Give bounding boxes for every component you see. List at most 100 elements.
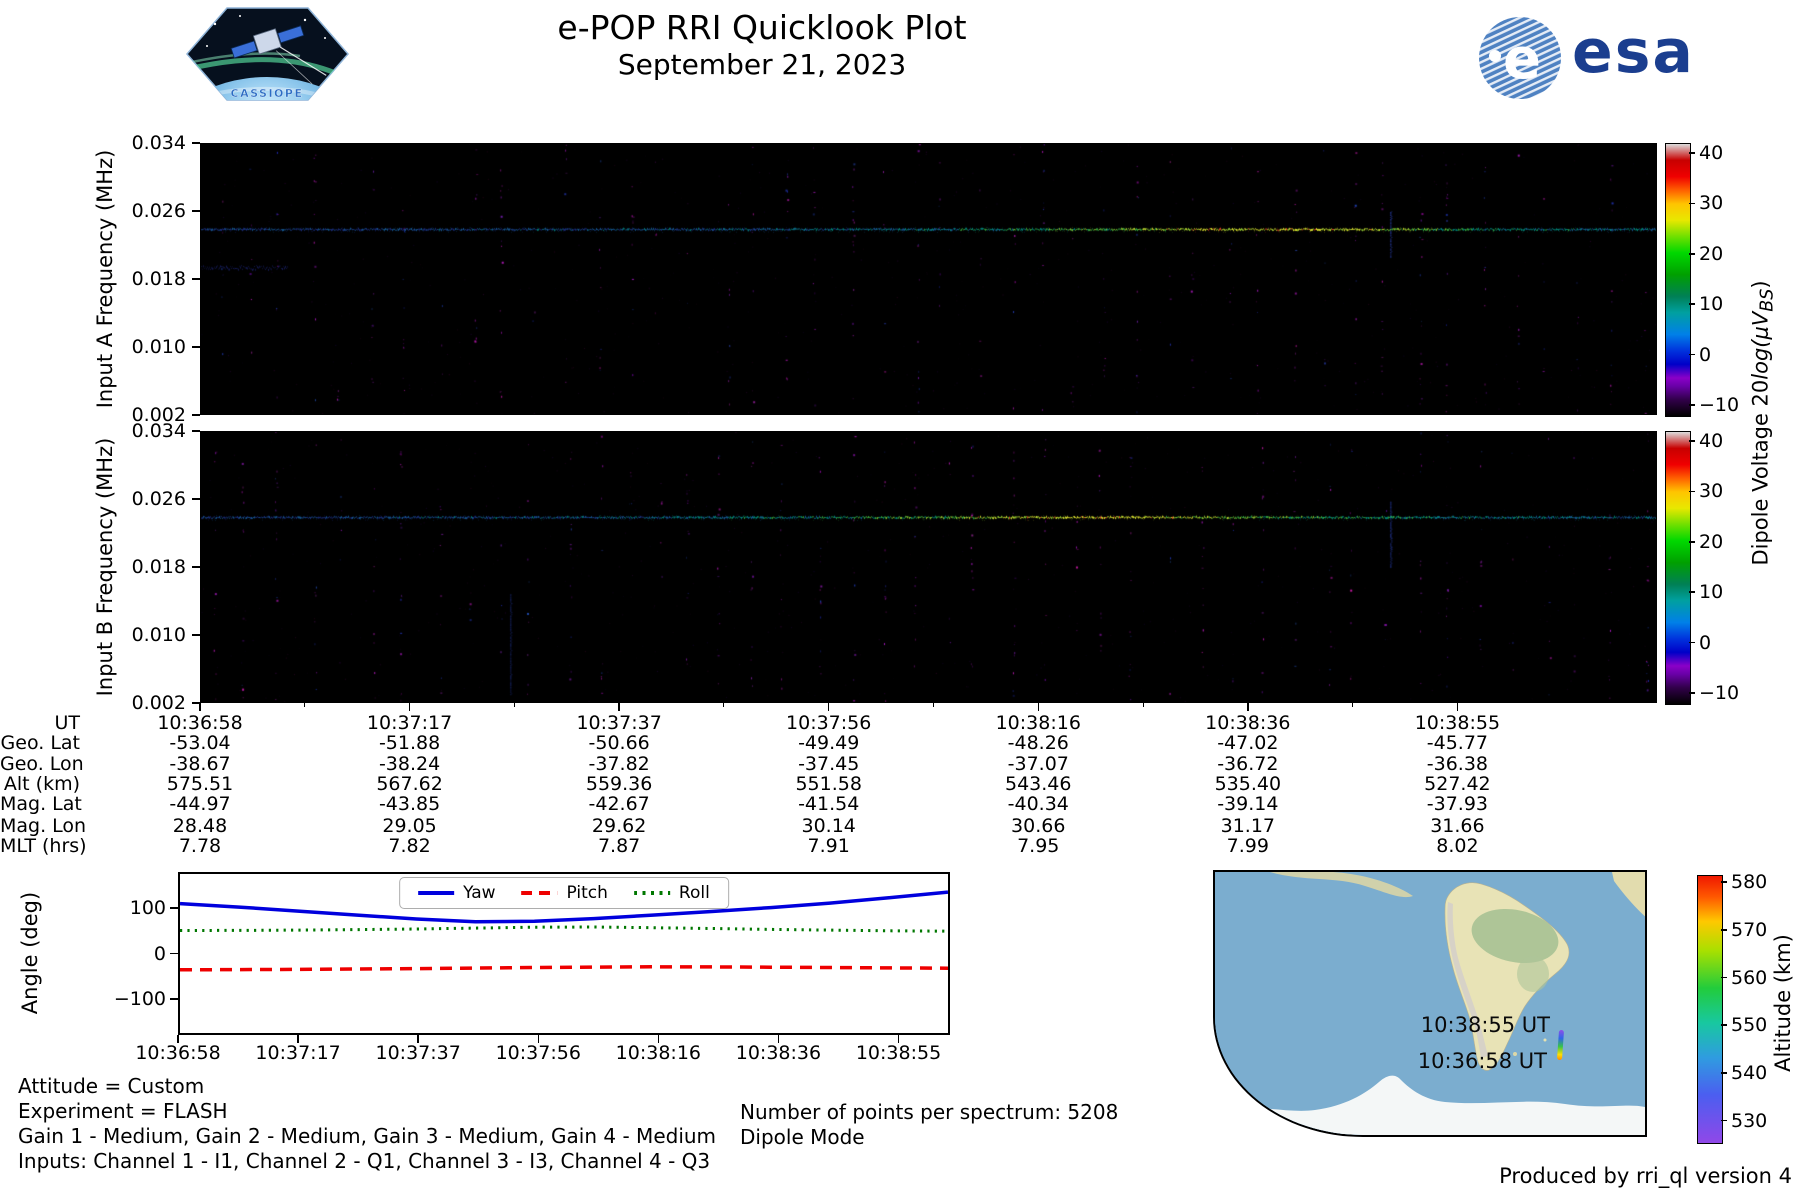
x-minor-tick-mark bbox=[304, 703, 306, 707]
ephemeris-value: 7.82 bbox=[388, 835, 431, 857]
legend-item-roll: Roll bbox=[633, 883, 710, 903]
colorbar-tick-mark bbox=[1689, 591, 1695, 593]
colorbar-tick-label: −10 bbox=[1699, 681, 1740, 704]
x-tick-mark bbox=[1247, 703, 1249, 711]
angle-y-tick-label: 100 bbox=[129, 897, 166, 920]
angle-x-tick-label: 10:37:56 bbox=[495, 1042, 581, 1064]
legend-item-yaw: Yaw bbox=[418, 883, 496, 903]
x-tick-mark bbox=[618, 703, 620, 711]
ephemeris-value: 7.99 bbox=[1226, 835, 1269, 857]
y-tick-mark bbox=[192, 346, 200, 348]
y-tick-label: 0.026 bbox=[131, 200, 186, 222]
x-tick-mark bbox=[199, 703, 201, 711]
attitude-annotation: Attitude = Custom bbox=[18, 1074, 205, 1098]
x-minor-tick-mark bbox=[932, 703, 934, 707]
y-tick-label: 0.026 bbox=[131, 488, 186, 510]
altitude-tick-mark bbox=[1721, 1024, 1727, 1026]
colorbar-tick-mark bbox=[1689, 253, 1695, 255]
colorbar-tick-label: 40 bbox=[1699, 430, 1724, 453]
x-tick-mark bbox=[408, 703, 411, 711]
world-map-graphic bbox=[1215, 872, 1645, 1135]
legend-dashed-line-icon bbox=[521, 891, 558, 895]
altitude-tick-mark bbox=[1721, 976, 1727, 979]
altitude-tick-mark bbox=[1721, 1072, 1727, 1074]
colorbar-tick-mark bbox=[1689, 404, 1695, 406]
pitch-line bbox=[180, 965, 948, 972]
colorbar-tick-mark bbox=[1689, 692, 1695, 694]
y-tick-label: 0.010 bbox=[131, 624, 186, 646]
ground-track-map: 10:38:55 UT 10:36:58 UT bbox=[1213, 870, 1647, 1137]
altitude-tick-label: 540 bbox=[1731, 1061, 1768, 1084]
colorbar-tick-label: 20 bbox=[1699, 242, 1724, 265]
y-tick-mark bbox=[192, 634, 200, 636]
ephemeris-value: -44.97 bbox=[169, 793, 231, 815]
ephemeris-value: -42.67 bbox=[588, 793, 650, 815]
svg-text:e: e bbox=[1503, 27, 1541, 92]
input-a-spectrogram bbox=[200, 143, 1657, 415]
x-minor-tick-mark bbox=[723, 703, 725, 707]
altitude-tick-label: 560 bbox=[1731, 966, 1768, 989]
roll-line bbox=[180, 925, 948, 933]
colorbar-tick-label: 40 bbox=[1699, 142, 1724, 165]
dipole-voltage-colorbar-label: Dipole Voltage 20log(μVBS) bbox=[1748, 280, 1777, 565]
x-tick-mark bbox=[1456, 703, 1459, 711]
y-tick-mark bbox=[192, 278, 200, 280]
altitude-tick-label: 570 bbox=[1731, 918, 1768, 941]
colorbar-label-sub: BS bbox=[1757, 288, 1778, 312]
cassiope-mission-patch-icon: CASSIOPE bbox=[186, 7, 349, 101]
angle-x-tick-label: 10:37:37 bbox=[375, 1042, 461, 1064]
y-tick-mark bbox=[192, 414, 200, 416]
ephemeris-value: 7.91 bbox=[807, 835, 850, 857]
legend-label: Yaw bbox=[463, 883, 496, 903]
y-tick-mark bbox=[192, 566, 200, 568]
ephemeris-value: -39.14 bbox=[1217, 793, 1279, 815]
angle-y-tick-label: −100 bbox=[113, 987, 166, 1010]
colorbar-tick-label: 0 bbox=[1699, 343, 1712, 366]
angle-ylabel: Angle (deg) bbox=[18, 891, 42, 1015]
y-tick-label: 0.034 bbox=[131, 132, 186, 154]
points-per-spectrum-annotation: Number of points per spectrum: 5208 bbox=[740, 1100, 1119, 1124]
colorbar-tick-mark bbox=[1689, 353, 1695, 356]
inputs-annotation: Inputs: Channel 1 - I1, Channel 2 - Q1, … bbox=[18, 1149, 711, 1173]
ephemeris-row-label: Mag. Lat bbox=[0, 793, 82, 815]
altitude-tick-mark bbox=[1721, 881, 1727, 883]
colorbar-label-prefix: Dipole Voltage 20 bbox=[1748, 379, 1773, 566]
island bbox=[1543, 1038, 1547, 1042]
colorbar-label-suffix: ) bbox=[1748, 280, 1773, 289]
colorbar-tick-label: 10 bbox=[1699, 581, 1724, 604]
colorbar-tick-mark bbox=[1689, 541, 1695, 543]
angle-x-tick-label: 10:38:16 bbox=[615, 1042, 701, 1064]
ephemeris-value: -43.85 bbox=[378, 793, 441, 815]
colorbar-tick-mark bbox=[1689, 641, 1695, 644]
ephemeris-value: 8.02 bbox=[1436, 835, 1479, 857]
x-tick-mark bbox=[827, 703, 830, 711]
experiment-annotation: Experiment = FLASH bbox=[18, 1099, 228, 1123]
input-b-spectrogram bbox=[200, 431, 1657, 703]
brazil-highlands bbox=[1517, 956, 1549, 992]
colorbar-tick-label: 30 bbox=[1699, 480, 1724, 503]
legend-label: Roll bbox=[678, 883, 710, 903]
colorbar-tick-label: 20 bbox=[1699, 530, 1724, 553]
esa-globe-icon: e bbox=[1479, 17, 1561, 99]
y-tick-label: 0.018 bbox=[131, 268, 186, 290]
x-minor-tick-mark bbox=[1142, 703, 1144, 707]
esa-wordmark: esa bbox=[1572, 17, 1695, 87]
colorbar-label-math: log(μV bbox=[1748, 311, 1773, 380]
altitude-tick-mark bbox=[1721, 1119, 1727, 1122]
legend-label: Pitch bbox=[566, 883, 608, 903]
colorbar-tick-label: −10 bbox=[1699, 393, 1740, 416]
ephemeris-row-label: MLT (hrs) bbox=[0, 835, 87, 857]
track-end-time-label: 10:38:55 UT bbox=[1420, 1013, 1550, 1037]
angle-x-tick-label: 10:37:17 bbox=[255, 1042, 341, 1064]
colorbar-tick-mark bbox=[1689, 202, 1695, 205]
altitude-tick-mark bbox=[1721, 929, 1727, 931]
quicklook-figure: CASSIOPE e-POP RRI Quicklook Plot Septem… bbox=[0, 0, 1800, 1200]
angle-y-tick-mark bbox=[170, 998, 178, 1000]
angle-x-tick-label: 10:38:55 bbox=[855, 1042, 942, 1064]
ephemeris-value: -40.34 bbox=[1007, 793, 1069, 815]
dipole-colorbar bbox=[1665, 143, 1691, 417]
y-tick-mark bbox=[192, 210, 200, 212]
angle-y-tick-label: 0 bbox=[153, 942, 166, 965]
ephemeris-value: 7.87 bbox=[597, 835, 641, 857]
colorbar-tick-label: 10 bbox=[1699, 293, 1724, 316]
